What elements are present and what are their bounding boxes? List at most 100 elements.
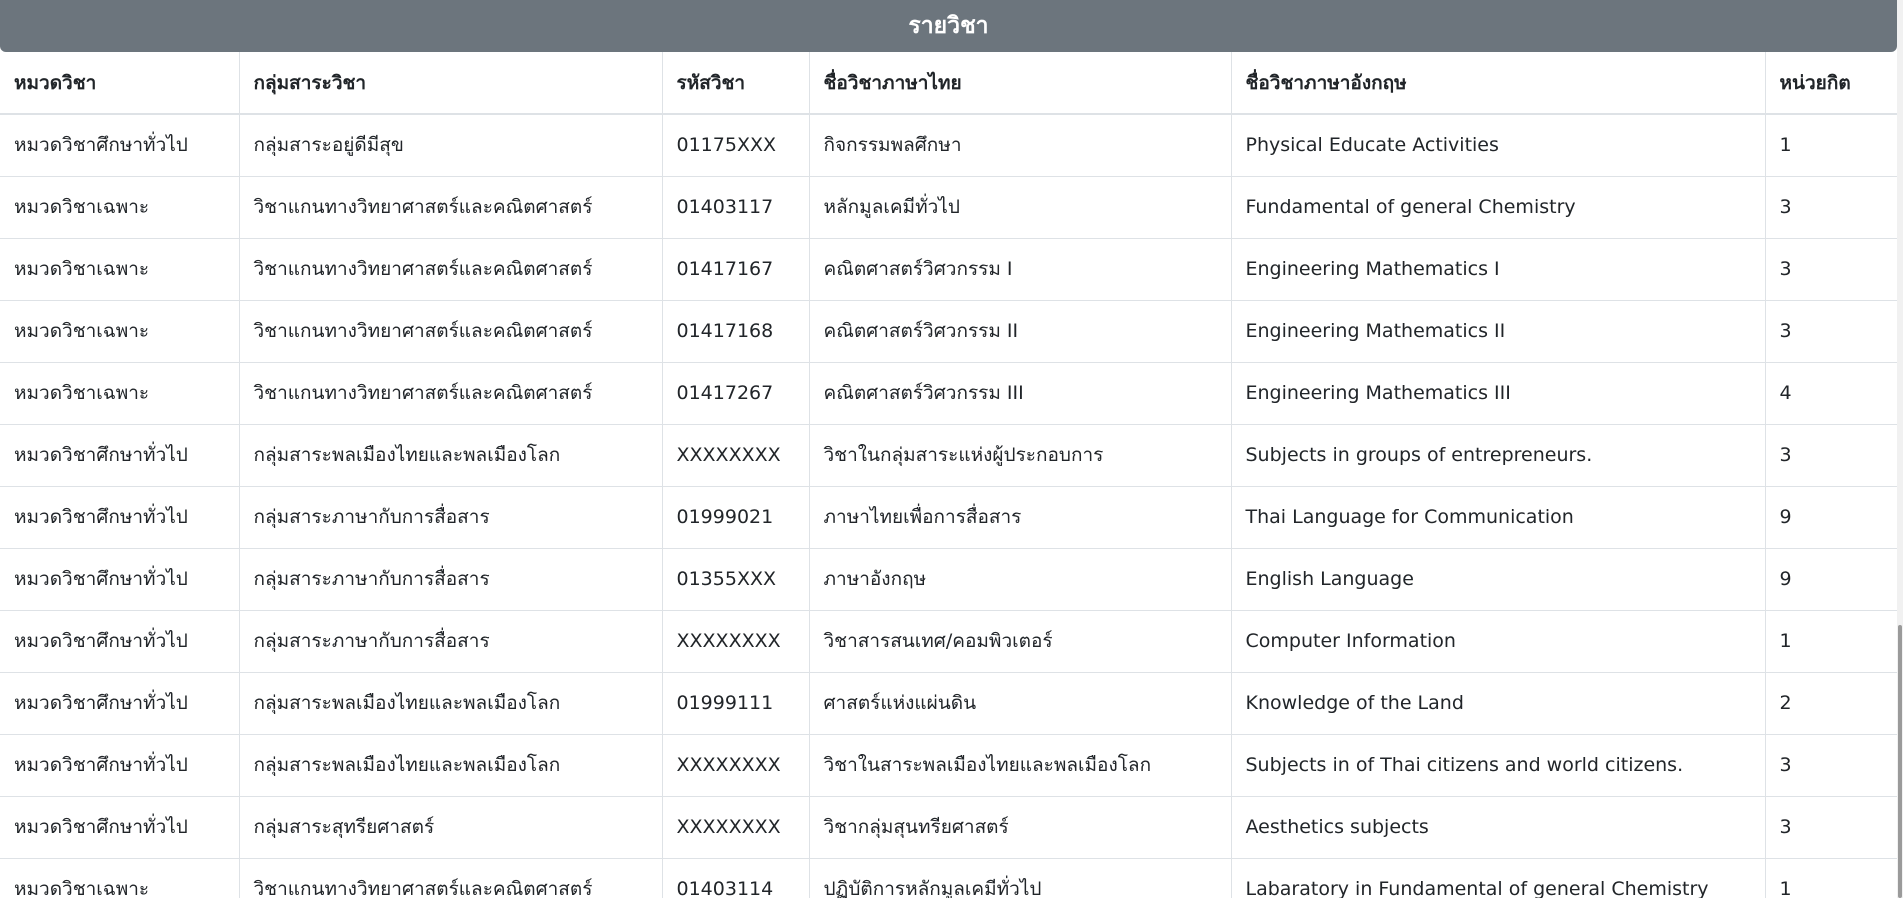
cell-subject-group: วิชาแกนทางวิทยาศาสตร์และคณิตศาสตร์ — [239, 238, 663, 301]
cell-category: หมวดวิชาเฉพาะ — [0, 362, 240, 425]
cell-thai-name: กิจกรรมพลศึกษา — [809, 114, 1232, 177]
cell-category: หมวดวิชาศึกษาทั่วไป — [0, 548, 240, 611]
cell-subject-group: กลุ่มสาระภาษากับการสื่อสาร — [239, 548, 663, 611]
page-viewport: รายวิชา หมวดวิชา กลุ่มสาระวิชา รหัสวิชา … — [0, 0, 1903, 898]
cell-thai-name: วิชาในสาระพลเมืองไทยและพลเมืองโลก — [809, 734, 1232, 797]
cell-category: หมวดวิชาศึกษาทั่วไป — [0, 424, 240, 487]
cell-subject-group: กลุ่มสาระสุทรียศาสตร์ — [239, 796, 663, 859]
cell-thai-name: คณิตศาสตร์วิศวกรรม III — [809, 362, 1232, 425]
header-category: หมวดวิชา — [0, 52, 240, 115]
cell-english-name: Computer Information — [1231, 610, 1766, 673]
card-header: รายวิชา — [0, 0, 1897, 52]
table-row: หมวดวิชาศึกษาทั่วไป กลุ่มสาระพลเมืองไทยแ… — [0, 672, 1897, 735]
cell-thai-name: วิชาสารสนเทศ/คอมพิวเตอร์ — [809, 610, 1232, 673]
cell-course-code: 01417267 — [662, 362, 810, 425]
cell-thai-name: ปฏิบัติการหลักมูลเคมีทั่วไป — [809, 858, 1232, 898]
table-row: หมวดวิชาศึกษาทั่วไป กลุ่มสาระพลเมืองไทยแ… — [0, 734, 1897, 797]
header-credits: หน่วยกิต — [1765, 52, 1897, 115]
table-row: หมวดวิชาเฉพาะ วิชาแกนทางวิทยาศาสตร์และคณ… — [0, 858, 1897, 898]
cell-subject-group: กลุ่มสาระภาษากับการสื่อสาร — [239, 610, 663, 673]
cell-credits: 1 — [1765, 858, 1897, 898]
cell-thai-name: วิชาในกลุ่มสาระแห่งผู้ประกอบการ — [809, 424, 1232, 487]
table-row: หมวดวิชาเฉพาะ วิชาแกนทางวิทยาศาสตร์และคณ… — [0, 238, 1897, 301]
cell-english-name: Physical Educate Activities — [1231, 114, 1766, 177]
cell-category: หมวดวิชาศึกษาทั่วไป — [0, 734, 240, 797]
cell-category: หมวดวิชาเฉพาะ — [0, 176, 240, 239]
table-row: หมวดวิชาเฉพาะ วิชาแกนทางวิทยาศาสตร์และคณ… — [0, 362, 1897, 425]
cell-thai-name: ภาษาไทยเพื่อการสื่อสาร — [809, 486, 1232, 549]
cell-english-name: Knowledge of the Land — [1231, 672, 1766, 735]
cell-subject-group: กลุ่มสาระภาษากับการสื่อสาร — [239, 486, 663, 549]
table-head: หมวดวิชา กลุ่มสาระวิชา รหัสวิชา ชื่อวิชา… — [0, 52, 1897, 115]
cell-category: หมวดวิชาศึกษาทั่วไป — [0, 610, 240, 673]
cell-course-code: 01999111 — [662, 672, 810, 735]
cell-subject-group: วิชาแกนทางวิทยาศาสตร์และคณิตศาสตร์ — [239, 176, 663, 239]
cell-credits: 2 — [1765, 672, 1897, 735]
header-row: หมวดวิชา กลุ่มสาระวิชา รหัสวิชา ชื่อวิชา… — [0, 52, 1897, 115]
cell-subject-group: กลุ่มสาระพลเมืองไทยและพลเมืองโลก — [239, 734, 663, 797]
header-subject-group: กลุ่มสาระวิชา — [239, 52, 663, 115]
cell-credits: 1 — [1765, 610, 1897, 673]
cell-course-code: 01417167 — [662, 238, 810, 301]
vertical-scrollbar[interactable] — [1897, 0, 1903, 898]
header-english-name: ชื่อวิชาภาษาอังกฤษ — [1231, 52, 1766, 115]
cell-subject-group: กลุ่มสาระอยู่ดีมีสุข — [239, 114, 663, 177]
cell-course-code: XXXXXXXX — [662, 424, 810, 487]
cell-english-name: Aesthetics subjects — [1231, 796, 1766, 859]
cell-subject-group: วิชาแกนทางวิทยาศาสตร์และคณิตศาสตร์ — [239, 362, 663, 425]
table-row: หมวดวิชาศึกษาทั่วไป กลุ่มสาระอยู่ดีมีสุข… — [0, 114, 1897, 177]
cell-english-name: Engineering Mathematics III — [1231, 362, 1766, 425]
cell-credits: 1 — [1765, 114, 1897, 177]
cell-credits: 3 — [1765, 796, 1897, 859]
cell-course-code: 01417168 — [662, 300, 810, 363]
card-title: รายวิชา — [908, 13, 989, 39]
cell-credits: 4 — [1765, 362, 1897, 425]
cell-english-name: Fundamental of general Chemistry — [1231, 176, 1766, 239]
cell-category: หมวดวิชาเฉพาะ — [0, 300, 240, 363]
table-row: หมวดวิชาศึกษาทั่วไป กลุ่มสาระภาษากับการส… — [0, 610, 1897, 673]
cell-subject-group: กลุ่มสาระพลเมืองไทยและพลเมืองโลก — [239, 424, 663, 487]
cell-course-code: XXXXXXXX — [662, 796, 810, 859]
cell-thai-name: วิชากลุ่มสุนทรียศาสตร์ — [809, 796, 1232, 859]
cell-english-name: Subjects in of Thai citizens and world c… — [1231, 734, 1766, 797]
cell-credits: 9 — [1765, 548, 1897, 611]
cell-course-code: 01999021 — [662, 486, 810, 549]
cell-credits: 3 — [1765, 734, 1897, 797]
cell-course-code: 01403117 — [662, 176, 810, 239]
cell-course-code: 01175XXX — [662, 114, 810, 177]
cell-english-name: Engineering Mathematics II — [1231, 300, 1766, 363]
table-row: หมวดวิชาศึกษาทั่วไป กลุ่มสาระสุทรียศาสตร… — [0, 796, 1897, 859]
cell-credits: 3 — [1765, 424, 1897, 487]
cell-category: หมวดวิชาเฉพาะ — [0, 238, 240, 301]
cell-subject-group: กลุ่มสาระพลเมืองไทยและพลเมืองโลก — [239, 672, 663, 735]
cell-english-name: Engineering Mathematics I — [1231, 238, 1766, 301]
cell-course-code: XXXXXXXX — [662, 734, 810, 797]
cell-english-name: English Language — [1231, 548, 1766, 611]
header-course-code: รหัสวิชา — [662, 52, 810, 115]
cell-category: หมวดวิชาศึกษาทั่วไป — [0, 796, 240, 859]
cell-subject-group: วิชาแกนทางวิทยาศาสตร์และคณิตศาสตร์ — [239, 858, 663, 898]
cell-category: หมวดวิชาศึกษาทั่วไป — [0, 114, 240, 177]
cell-credits: 3 — [1765, 176, 1897, 239]
cell-subject-group: วิชาแกนทางวิทยาศาสตร์และคณิตศาสตร์ — [239, 300, 663, 363]
table-row: หมวดวิชาเฉพาะ วิชาแกนทางวิทยาศาสตร์และคณ… — [0, 300, 1897, 363]
scrollbar-thumb[interactable] — [1898, 625, 1902, 898]
cell-thai-name: ศาสตร์แห่งแผ่นดิน — [809, 672, 1232, 735]
cell-course-code: 01355XXX — [662, 548, 810, 611]
table-body: หมวดวิชาศึกษาทั่วไป กลุ่มสาระอยู่ดีมีสุข… — [0, 114, 1897, 898]
course-list-card: รายวิชา หมวดวิชา กลุ่มสาระวิชา รหัสวิชา … — [0, 0, 1897, 898]
cell-credits: 9 — [1765, 486, 1897, 549]
cell-category: หมวดวิชาศึกษาทั่วไป — [0, 672, 240, 735]
cell-thai-name: คณิตศาสตร์วิศวกรรม II — [809, 300, 1232, 363]
table-row: หมวดวิชาศึกษาทั่วไป กลุ่มสาระภาษากับการส… — [0, 548, 1897, 611]
cell-credits: 3 — [1765, 300, 1897, 363]
cell-english-name: Subjects in groups of entrepreneurs. — [1231, 424, 1766, 487]
header-thai-name: ชื่อวิชาภาษาไทย — [809, 52, 1232, 115]
table-row: หมวดวิชาเฉพาะ วิชาแกนทางวิทยาศาสตร์และคณ… — [0, 176, 1897, 239]
table-row: หมวดวิชาศึกษาทั่วไป กลุ่มสาระภาษากับการส… — [0, 486, 1897, 549]
table-row: หมวดวิชาศึกษาทั่วไป กลุ่มสาระพลเมืองไทยแ… — [0, 424, 1897, 487]
cell-category: หมวดวิชาเฉพาะ — [0, 858, 240, 898]
course-table: หมวดวิชา กลุ่มสาระวิชา รหัสวิชา ชื่อวิชา… — [0, 52, 1897, 898]
cell-english-name: Labaratory in Fundamental of general Che… — [1231, 858, 1766, 898]
cell-thai-name: ภาษาอังกฤษ — [809, 548, 1232, 611]
